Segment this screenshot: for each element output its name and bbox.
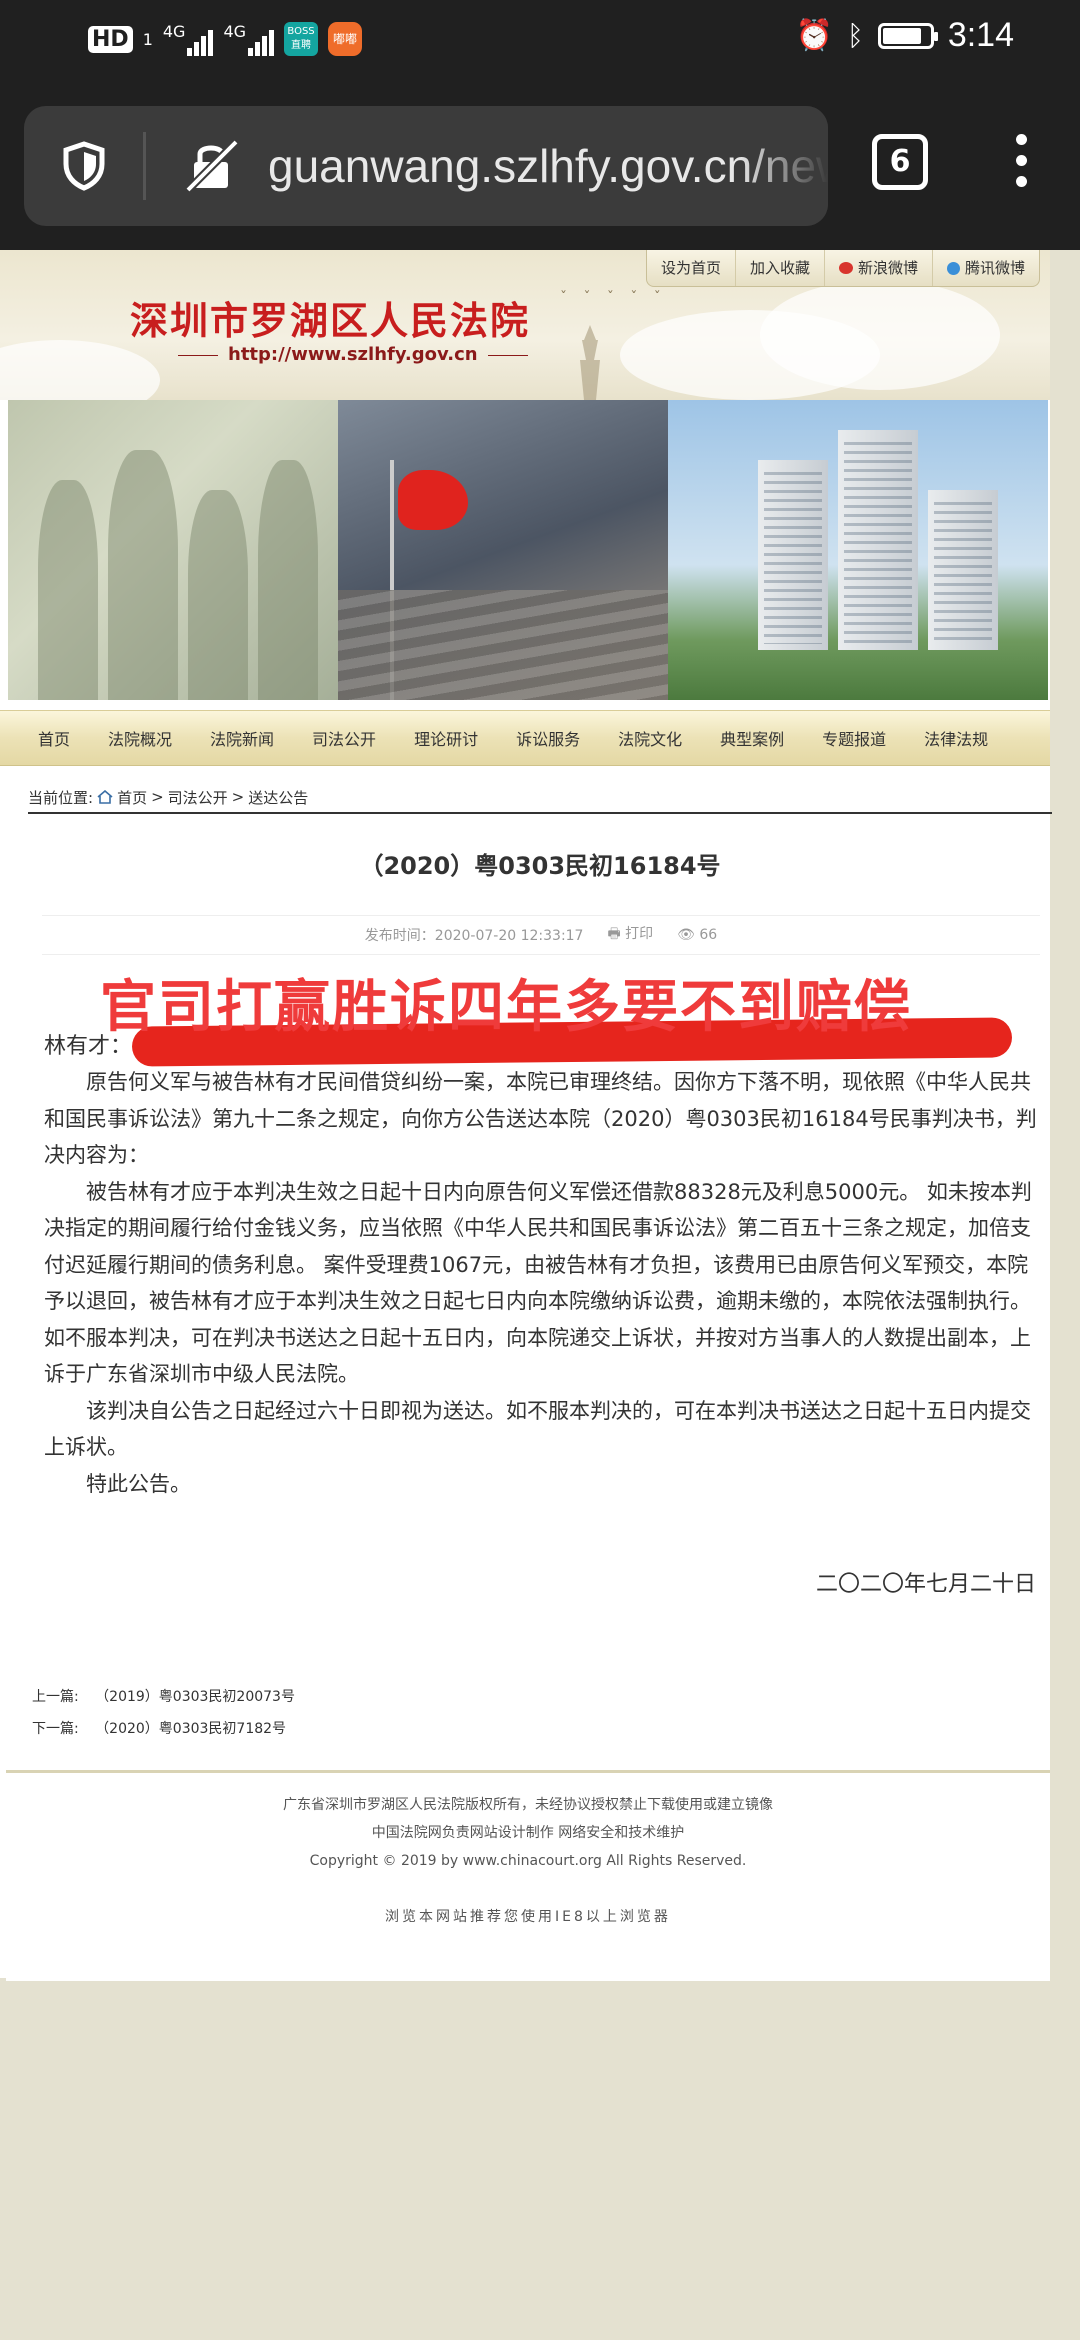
- status-bar: HD 1 4G 4G BOSS 直聘 嘟嘟 ⏰ ᛒ 3:14: [0, 0, 1080, 82]
- main-nav: 首页 法院概况 法院新闻 司法公开 理论研讨 诉讼服务 法院文化 典型案例 专题…: [0, 710, 1050, 766]
- browser-toolbar: guanwang.szlhfy.gov.cn/news 6: [0, 82, 1080, 250]
- court-building-image: [668, 400, 1048, 700]
- prev-label: 上一篇:: [32, 1689, 79, 1705]
- site-footer: 广东省深圳市罗湖区人民法院版权所有，未经协议授权禁止下载使用或建立镜像 中国法院…: [6, 1770, 1050, 1981]
- chat-app-icon: 嘟嘟: [328, 22, 363, 56]
- hd-voice-icon: HD: [88, 25, 133, 53]
- clock: 3:14: [947, 16, 1014, 54]
- footer-maintainer-line: 中国法院网负责网站设计制作 网络安全和技术维护: [371, 1825, 685, 1841]
- tab-switcher-button[interactable]: 6: [872, 134, 928, 190]
- court-url: http://www.szlhfy.gov.cn: [168, 344, 538, 365]
- footer-copyright-line: 广东省深圳市罗湖区人民法院版权所有，未经协议授权禁止下载使用或建立镜像: [283, 1797, 773, 1813]
- site-header: 设为首页 加入收藏 新浪微博 腾讯微博 深圳市罗湖区人民法院 http://ww…: [0, 250, 1050, 400]
- signal-icon-1: 4G: [163, 22, 214, 56]
- bluetooth-icon: ᛒ: [847, 19, 864, 52]
- weibo-icon: [838, 262, 853, 274]
- breadcrumb-separator: >: [231, 788, 245, 806]
- view-count: 👁 66: [677, 927, 718, 943]
- paragraph: 该判决自公告之日起经过六十日即视为送达。如不服本判决的，可在本判决书送达之日起十…: [44, 1398, 1031, 1460]
- nav-home[interactable]: 首页: [0, 726, 70, 750]
- flag-raising-image: [338, 400, 668, 700]
- banner-image: [8, 400, 1048, 700]
- tencent-weibo-icon: [946, 261, 960, 275]
- not-secure-icon[interactable]: [182, 136, 240, 194]
- prev-article-link[interactable]: （2019）粤0303民初20073号: [95, 1689, 295, 1705]
- add-favorite-link[interactable]: 加入收藏: [736, 250, 825, 286]
- nav-typical-cases[interactable]: 典型案例: [682, 726, 784, 750]
- battery-icon: [877, 22, 938, 49]
- footer-browser-note: 浏览本网站推荐您使用IE8以上浏览器: [385, 1909, 671, 1925]
- nav-special-reports[interactable]: 专题报道: [784, 726, 886, 750]
- breadcrumb: 当前位置: 首页 > 司法公开 > 送达公告: [28, 782, 1052, 814]
- sim1-label: 1: [142, 29, 153, 49]
- nav-court-news[interactable]: 法院新闻: [172, 726, 274, 750]
- paragraph: 特此公告。: [86, 1471, 191, 1496]
- nav-laws[interactable]: 法律法规: [886, 726, 988, 750]
- shield-icon[interactable]: [58, 140, 110, 192]
- nav-judicial-disclosure[interactable]: 司法公开: [274, 726, 376, 750]
- breadcrumb-separator: >: [151, 788, 164, 806]
- more-menu-icon[interactable]: [1016, 134, 1028, 197]
- relief-sculpture-image: [8, 400, 338, 700]
- nav-court-overview[interactable]: 法院概况: [70, 726, 172, 750]
- home-icon: [97, 790, 113, 804]
- tencent-weibo-link[interactable]: 腾讯微博: [933, 250, 1039, 286]
- birds-decoration: ˇ ˇ ˇ ˇ ˇ: [560, 290, 667, 306]
- nav-court-culture[interactable]: 法院文化: [580, 726, 682, 750]
- boss-app-icon: BOSS 直聘: [284, 22, 319, 56]
- paragraph: 原告何义军与被告林有才民间借贷纠纷一案，本院已审理终结。因你方下落不明，现依照《…: [44, 1070, 1037, 1167]
- nav-theory[interactable]: 理论研讨: [376, 726, 478, 750]
- salutation: 林有才：: [44, 1034, 133, 1059]
- next-label: 下一篇:: [32, 1721, 79, 1737]
- nav-litigation-service[interactable]: 诉讼服务: [478, 726, 580, 750]
- publish-time: 发布时间：2020-07-20 12:33:17: [364, 928, 584, 944]
- next-article-link[interactable]: （2020）粤0303民初7182号: [95, 1721, 286, 1737]
- article-body: 原告何义军与被告林有才民间借贷纠纷一案，本院已审理终结。因你方下落不明，现依照《…: [44, 1064, 1040, 1502]
- sina-weibo-link[interactable]: 新浪微博: [825, 250, 933, 286]
- notice-date: 二〇二〇年七月二十日: [815, 1572, 1036, 1597]
- signal-icon-2: 4G: [223, 22, 275, 56]
- paragraph: 被告林有才应于本判决生效之日起十日内向原告何义军偿还借款88328元及利息500…: [44, 1179, 1032, 1387]
- print-button[interactable]: 🖶 打印: [607, 923, 653, 947]
- eye-icon: 👁: [677, 927, 695, 943]
- overlay-caption: 官司打赢胜诉四年多要不到赔偿: [100, 975, 912, 1040]
- breadcrumb-section[interactable]: 司法公开: [168, 787, 228, 808]
- pagoda-decoration: [580, 325, 600, 400]
- web-page: 设为首页 加入收藏 新浪微博 腾讯微博 深圳市罗湖区人民法院 http://ww…: [0, 250, 1080, 1981]
- alarm-icon: ⏰: [795, 18, 833, 53]
- next-article: 下一篇: （2020）粤0303民初7182号: [32, 1718, 286, 1738]
- footer-copyright-en: Copyright © 2019 by www.chinacourt.org A…: [309, 1853, 747, 1869]
- court-name: 深圳市罗湖区人民法院: [130, 298, 531, 343]
- breadcrumb-current[interactable]: 送达公告: [248, 787, 308, 808]
- article-meta: 发布时间：2020-07-20 12:33:17 🖶 打印 👁 66: [42, 915, 1040, 955]
- address-bar[interactable]: guanwang.szlhfy.gov.cn/news: [24, 106, 828, 226]
- set-homepage-link[interactable]: 设为首页: [647, 250, 736, 286]
- article-title: （2020）粤0303民初16184号: [359, 852, 721, 880]
- breadcrumb-label: 当前位置:: [28, 788, 94, 807]
- top-links: 设为首页 加入收藏 新浪微博 腾讯微博: [645, 250, 1040, 287]
- prev-article: 上一篇: （2019）粤0303民初20073号: [32, 1686, 295, 1706]
- breadcrumb-home[interactable]: 首页: [117, 787, 147, 808]
